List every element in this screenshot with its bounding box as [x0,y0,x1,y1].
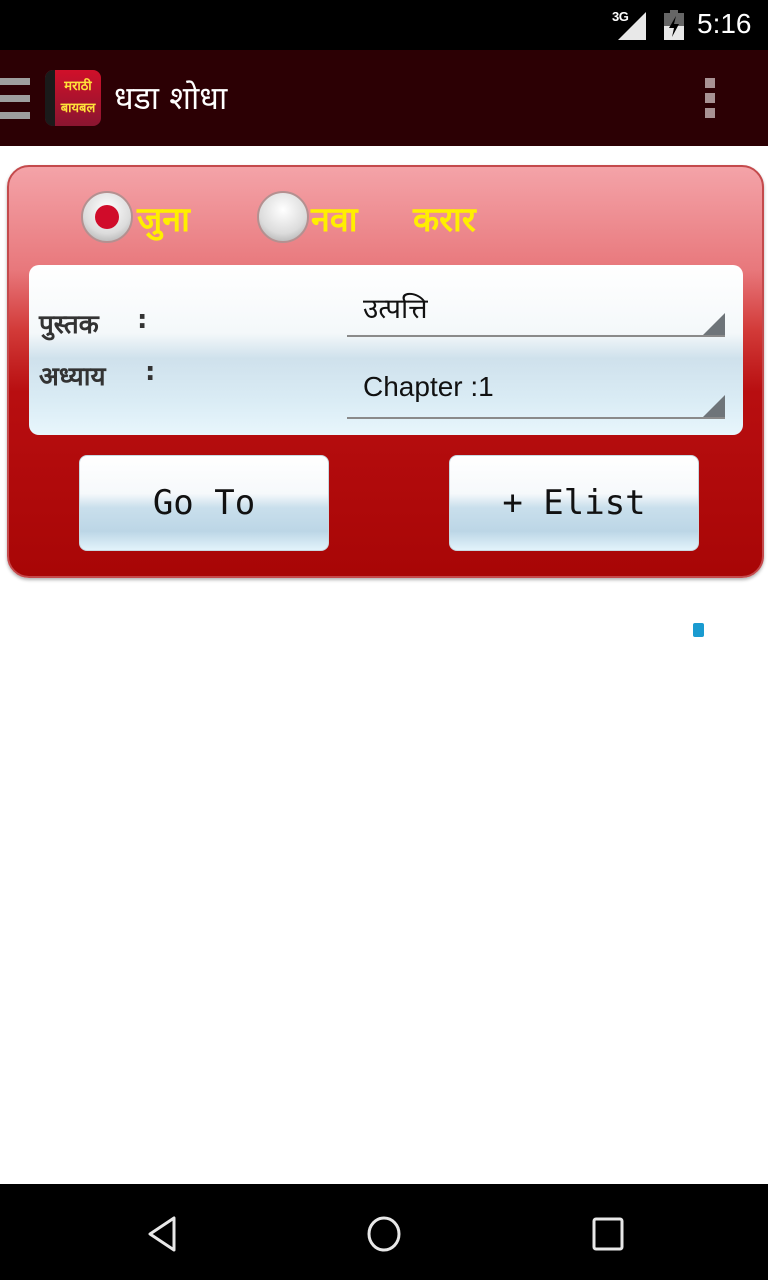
book-colon: : [137,305,148,335]
goto-button[interactable]: Go To [79,455,329,551]
book-label: पुस्तक [39,310,99,340]
back-icon[interactable] [140,1212,184,1256]
status-bar: 3G 5:16 [0,0,768,50]
book-dropdown-value: उत्पत्ति [363,293,428,324]
dropdown-arrow-icon [703,395,725,417]
app-logo[interactable]: मराठी बायबल [45,70,101,126]
page-title: धडा शोधा [114,79,228,117]
chapter-colon: : [145,357,156,387]
battery-charging-icon [664,10,684,40]
chapter-label: अध्याय [39,362,106,392]
radio-old-label[interactable]: जुना [137,195,190,241]
search-chapter-card: जुना नवा करार पुस्तक : उत्पत्ति अध्याय :… [7,165,764,578]
add-elist-button[interactable]: + Elist [449,455,699,551]
book-spine [45,70,55,126]
home-icon[interactable] [362,1212,406,1256]
dropdown-arrow-icon [703,313,725,335]
chapter-dropdown-value: Chapter :1 [363,371,494,402]
book-dropdown[interactable]: उत्पत्ति [347,265,725,337]
radio-old-testament[interactable] [81,191,133,243]
signal-icon [618,12,646,40]
radio-new-label[interactable]: नवा [311,195,358,241]
clock: 5:16 [697,8,752,39]
navigation-bar [0,1184,768,1280]
radio-selected-dot [95,205,119,229]
selector-panel: पुस्तक : उत्पत्ति अध्याय : Chapter :1 [29,265,743,435]
hamburger-icon[interactable] [0,78,30,120]
app-logo-line2: बायबल [60,101,96,116]
app-bar: मराठी बायबल धडा शोधा [0,50,768,146]
scroll-indicator [693,623,704,637]
recents-icon[interactable] [586,1212,630,1256]
testament-radio-group: जुना नवा करार [81,191,581,247]
app-logo-line1: मराठी [64,79,92,94]
chapter-dropdown[interactable]: Chapter :1 [347,347,725,419]
more-vert-icon[interactable] [705,78,719,122]
radio-new-testament[interactable] [257,191,309,243]
testament-suffix: करार [413,200,476,240]
